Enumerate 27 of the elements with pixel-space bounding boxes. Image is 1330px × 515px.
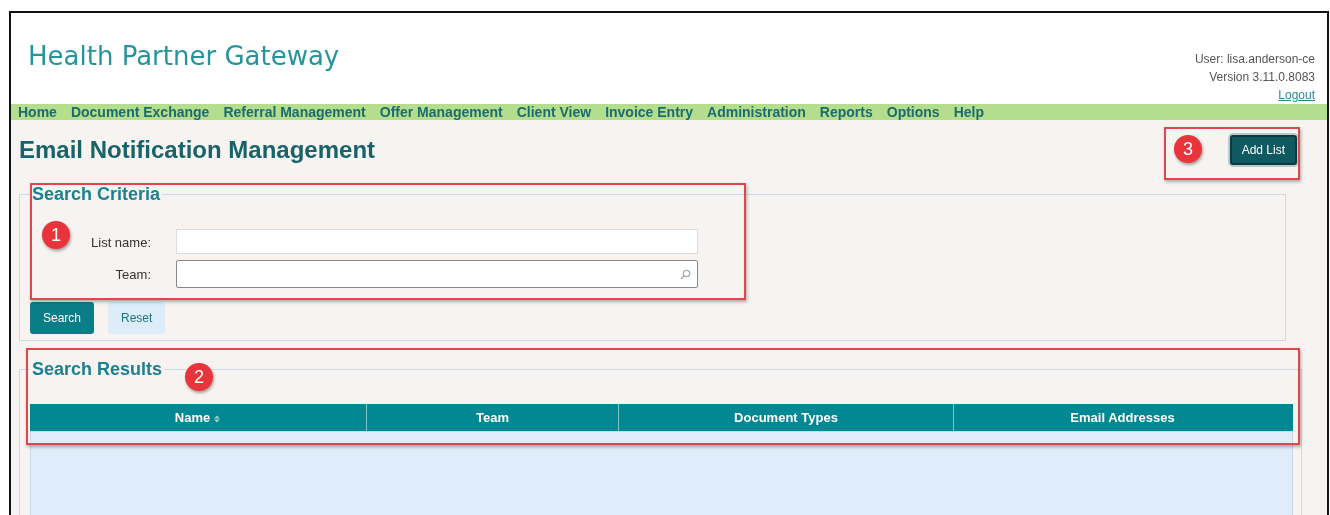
reset-button[interactable]: Reset (108, 302, 166, 334)
section-title: Search Criteria (31, 184, 162, 205)
field-label: List name: (91, 234, 151, 250)
menu-item[interactable]: Reports (819, 104, 873, 120)
version-text: Version 3.11.0.8083 (1209, 70, 1315, 84)
add-list-button[interactable]: Add List (1229, 135, 1297, 165)
menu-item[interactable]: Document Exchange (70, 104, 210, 120)
menu-item[interactable]: Referral Management (223, 104, 366, 120)
column-header[interactable]: Name (30, 404, 366, 431)
menu-item[interactable]: Options (886, 104, 940, 120)
logout-link[interactable]: Logout (1278, 88, 1315, 102)
team-field[interactable] (176, 260, 698, 288)
page-title: Email Notification Management (19, 136, 376, 164)
app-title: Health Partner Gateway (28, 41, 340, 71)
sort-icon (213, 414, 222, 423)
search-icon (680, 269, 691, 280)
menu-item[interactable]: Invoice Entry (605, 104, 694, 120)
section-title: Search Results (31, 359, 164, 380)
field-label: Team: (115, 267, 151, 282)
menu-item[interactable]: Client View (516, 104, 592, 120)
menu-item[interactable]: Administration (707, 104, 806, 120)
user-name: User: lisa.anderson-ce (1194, 52, 1315, 66)
menu-item[interactable]: Help (953, 104, 984, 120)
search-button[interactable]: Search (30, 302, 95, 334)
menu-item[interactable]: Home (18, 104, 57, 120)
menu-item[interactable]: Offer Management (379, 104, 503, 120)
input-field[interactable] (176, 229, 698, 254)
